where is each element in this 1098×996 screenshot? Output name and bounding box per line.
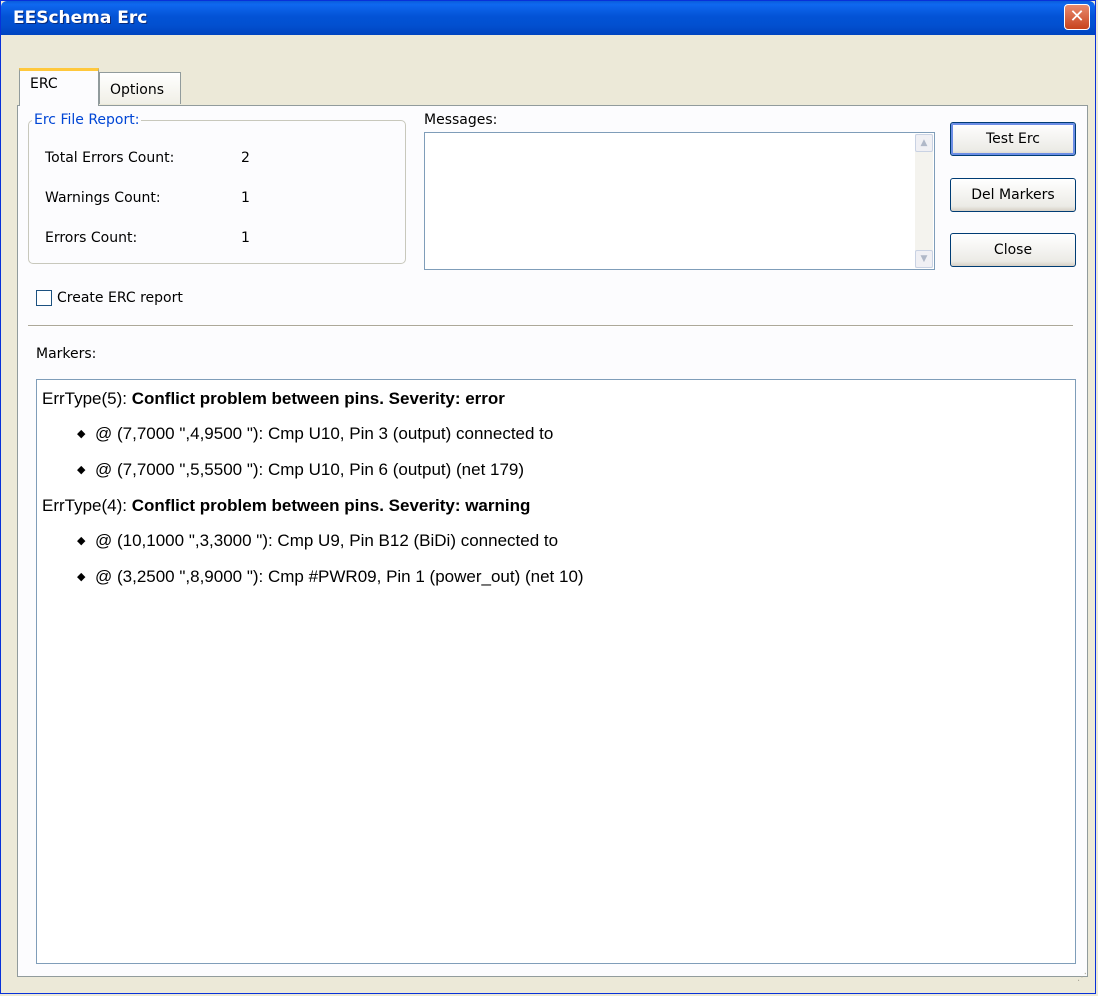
marker-errtype: ErrType(5): bbox=[42, 389, 132, 408]
del-markers-button[interactable]: Del Markers bbox=[950, 178, 1076, 212]
marker-group-header[interactable]: ErrType(4): Conflict problem between pin… bbox=[42, 496, 530, 516]
marker-description: Conflict problem between pins. Severity:… bbox=[131, 389, 505, 408]
marker-item[interactable]: ◆ @ (3,2500 ",8,9000 "): Cmp #PWR09, Pin … bbox=[77, 567, 584, 587]
create-erc-report-label[interactable]: Create ERC report bbox=[57, 290, 183, 306]
scroll-up-icon[interactable]: ▲ bbox=[915, 134, 933, 152]
tab-erc-label: ERC bbox=[30, 76, 58, 92]
errors-label: Errors Count: bbox=[45, 230, 138, 246]
scroll-down-icon[interactable]: ▼ bbox=[915, 250, 933, 268]
messages-scrollbar[interactable]: ▲ ▼ bbox=[915, 134, 933, 268]
tab-options-label: Options bbox=[110, 82, 165, 98]
tab-erc[interactable]: ERC bbox=[19, 68, 99, 106]
messages-textarea[interactable]: ▲ ▼ bbox=[424, 132, 935, 270]
erc-tab-panel: Erc File Report: Total Errors Count: 2 W… bbox=[17, 105, 1088, 977]
messages-label: Messages: bbox=[424, 112, 498, 128]
erc-file-report-legend: Erc File Report: bbox=[34, 112, 140, 128]
warnings-label: Warnings Count: bbox=[45, 190, 161, 206]
marker-item[interactable]: ◆ @ (7,7000 ",5,5500 "): Cmp U10, Pin 6 (… bbox=[77, 460, 524, 480]
close-button[interactable]: Close bbox=[950, 233, 1076, 267]
bullet-icon: ◆ bbox=[77, 428, 86, 440]
marker-item-text: @ (3,2500 ",8,9000 "): Cmp #PWR09, Pin 1… bbox=[95, 567, 584, 586]
markers-label: Markers: bbox=[36, 346, 97, 362]
marker-errtype: ErrType(4): bbox=[42, 496, 132, 515]
marker-item[interactable]: ◆ @ (10,1000 ",3,3000 "): Cmp U9, Pin B12… bbox=[77, 531, 558, 551]
total-errors-value: 2 bbox=[241, 150, 250, 166]
markers-list[interactable]: ErrType(5): Conflict problem between pin… bbox=[36, 379, 1076, 964]
close-icon[interactable]: ✕ bbox=[1064, 4, 1090, 30]
marker-item-text: @ (7,7000 ",5,5500 "): Cmp U10, Pin 6 (o… bbox=[95, 460, 525, 479]
warnings-value: 1 bbox=[241, 190, 250, 206]
test-erc-button[interactable]: Test Erc bbox=[950, 122, 1076, 156]
bullet-icon: ◆ bbox=[77, 464, 86, 476]
title-bar[interactable]: EESchema Erc ✕ bbox=[1, 1, 1095, 35]
erc-file-report-group: Erc File Report: Total Errors Count: 2 W… bbox=[28, 112, 406, 264]
marker-item-text: @ (10,1000 ",3,3000 "): Cmp U9, Pin B12 … bbox=[95, 531, 559, 550]
errors-value: 1 bbox=[241, 230, 250, 246]
bullet-icon: ◆ bbox=[77, 571, 86, 583]
total-errors-label: Total Errors Count: bbox=[45, 150, 175, 166]
separator bbox=[28, 325, 1073, 327]
marker-item[interactable]: ◆ @ (7,7000 ",4,9500 "): Cmp U10, Pin 3 (… bbox=[77, 424, 553, 444]
erc-dialog: EESchema Erc ✕ ERC Options Erc File Repo… bbox=[0, 0, 1096, 994]
create-erc-report-checkbox[interactable] bbox=[36, 290, 52, 306]
window-title: EESchema Erc bbox=[13, 8, 148, 28]
marker-item-text: @ (7,7000 ",4,9500 "): Cmp U10, Pin 3 (o… bbox=[95, 424, 554, 443]
marker-group-header[interactable]: ErrType(5): Conflict problem between pin… bbox=[42, 389, 505, 409]
marker-description: Conflict problem between pins. Severity:… bbox=[131, 496, 531, 515]
resize-grip-icon[interactable]: ⋰ bbox=[1077, 973, 1091, 989]
tab-options[interactable]: Options bbox=[99, 72, 181, 104]
bullet-icon: ◆ bbox=[77, 535, 86, 547]
